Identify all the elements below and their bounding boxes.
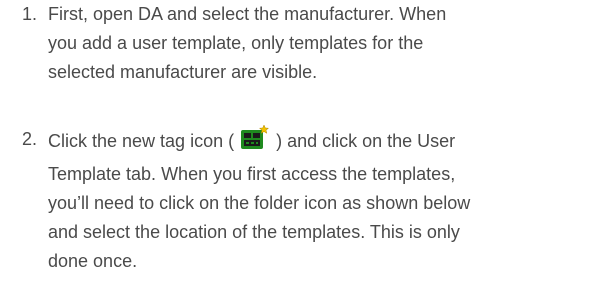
step-text-after-icon: ) and click on the User bbox=[276, 131, 456, 151]
step-text: First, open DA and select the manufactur… bbox=[48, 0, 578, 87]
instruction-document: 1. First, open DA and select the manufac… bbox=[0, 0, 589, 293]
step-line: you’ll need to click on the folder icon … bbox=[48, 193, 471, 213]
step-text-before-icon: Click the new tag icon ( bbox=[48, 131, 235, 151]
step-line: selected manufacturer are visible. bbox=[48, 62, 318, 82]
new-tag-icon bbox=[240, 124, 270, 160]
step-line: done once. bbox=[48, 251, 138, 271]
step-number: 2. bbox=[22, 129, 38, 149]
step-line: and select the location of the templates… bbox=[48, 222, 460, 242]
step-line: Template tab. When you first access the … bbox=[48, 164, 456, 184]
step-number: 1. bbox=[22, 4, 38, 24]
step-line: Click the new tag icon ( ) and click on … bbox=[48, 124, 578, 160]
step-text: Click the new tag icon ( ) and click on … bbox=[48, 124, 578, 276]
step-line: you add a user template, only templates … bbox=[48, 33, 424, 53]
step-line: First, open DA and select the manufactur… bbox=[48, 4, 447, 24]
